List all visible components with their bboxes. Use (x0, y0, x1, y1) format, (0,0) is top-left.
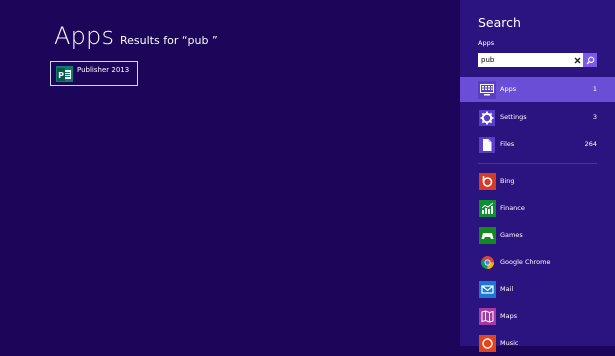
app-label: Mail (500, 285, 514, 293)
search-pane: Search Apps Apps 1 (460, 0, 615, 352)
maps-icon (479, 308, 496, 325)
app-item-maps[interactable]: Maps (460, 305, 615, 329)
category-count: 264 (584, 140, 597, 148)
app-item-finance[interactable]: Finance (460, 197, 615, 221)
category-label: Settings (500, 113, 527, 121)
svg-text:P: P (58, 71, 64, 80)
app-label: Maps (500, 312, 518, 320)
category-label: Apps (500, 85, 517, 93)
app-item-games[interactable]: Games (460, 224, 615, 248)
app-item-mail[interactable]: Mail (460, 278, 615, 302)
category-label: Files (500, 140, 515, 148)
chrome-icon (479, 254, 496, 271)
results-area: Apps Results for “pub ” P Publisher 2013 (0, 0, 460, 346)
app-item-bing[interactable]: Bing (460, 170, 615, 194)
results-query-label: Results for “pub ” (120, 34, 218, 47)
category-files[interactable]: Files 264 (460, 132, 615, 157)
category-settings[interactable]: Settings 3 (460, 105, 615, 130)
search-scope-label: Apps (478, 39, 495, 47)
app-label: Games (500, 231, 523, 239)
divider (478, 163, 597, 164)
results-title: Apps (54, 22, 115, 50)
bing-icon (479, 173, 496, 190)
search-box (478, 53, 597, 67)
app-item-google-chrome[interactable]: Google Chrome (460, 251, 615, 275)
app-item-music[interactable]: Music (460, 332, 615, 356)
app-label: Finance (500, 204, 525, 212)
close-icon[interactable] (571, 53, 583, 67)
category-count: 1 (592, 85, 597, 93)
gear-icon (478, 109, 496, 127)
search-input[interactable] (481, 54, 567, 66)
music-icon (479, 335, 496, 352)
app-label: Bing (500, 177, 515, 185)
search-icon[interactable] (583, 53, 597, 67)
keyboard-icon (478, 81, 496, 99)
finance-icon (479, 200, 496, 217)
search-pane-title: Search (478, 15, 521, 30)
document-icon (478, 136, 496, 154)
result-label: Publisher 2013 (77, 66, 130, 74)
category-count: 3 (592, 113, 597, 121)
publisher-icon: P (56, 66, 73, 82)
gamepad-icon (479, 227, 496, 244)
category-apps[interactable]: Apps 1 (460, 77, 615, 102)
result-tile-publisher[interactable]: P Publisher 2013 (50, 61, 138, 86)
app-label: Google Chrome (500, 258, 551, 266)
mail-icon (479, 281, 496, 298)
